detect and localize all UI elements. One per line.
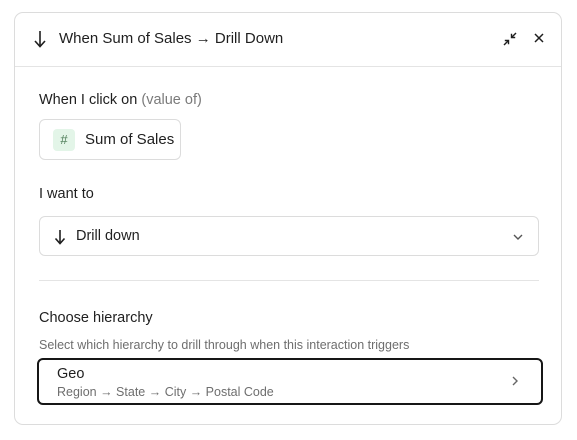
hierarchy-path: Region → State → City → Postal Code [57,385,274,399]
arrow-down-icon [34,31,46,48]
arrow-down-icon [54,230,66,245]
collapse-icon[interactable] [502,31,518,47]
number-field-icon: # [53,128,75,151]
action-select[interactable]: Drill down [39,216,539,256]
panel-header: When Sum of Sales → Drill Down [15,13,561,67]
trigger-label-text: When I click on [39,92,138,108]
action-select-value: Drill down [76,228,140,244]
interaction-panel: When Sum of Sales → Drill Down When I cl… [14,12,562,425]
chevron-right-icon [512,376,518,386]
trigger-label: When I click on (value of) [39,92,202,108]
trigger-label-qualifier: (value of) [141,92,202,108]
action-label: I want to [39,186,94,202]
section-divider [39,280,539,281]
hierarchy-label: Choose hierarchy [39,310,153,326]
trigger-field-chip[interactable]: # Sum of Sales [39,119,181,160]
close-icon[interactable] [532,31,546,45]
trigger-field-name: Sum of Sales [85,131,175,148]
panel-title: When Sum of Sales → Drill Down [59,30,284,47]
hierarchy-option-geo[interactable]: Geo Region → State → City → Postal Code [37,358,543,405]
hierarchy-helper-text: Select which hierarchy to drill through … [39,338,410,352]
chevron-down-icon [513,234,523,240]
hierarchy-name: Geo [57,366,85,382]
